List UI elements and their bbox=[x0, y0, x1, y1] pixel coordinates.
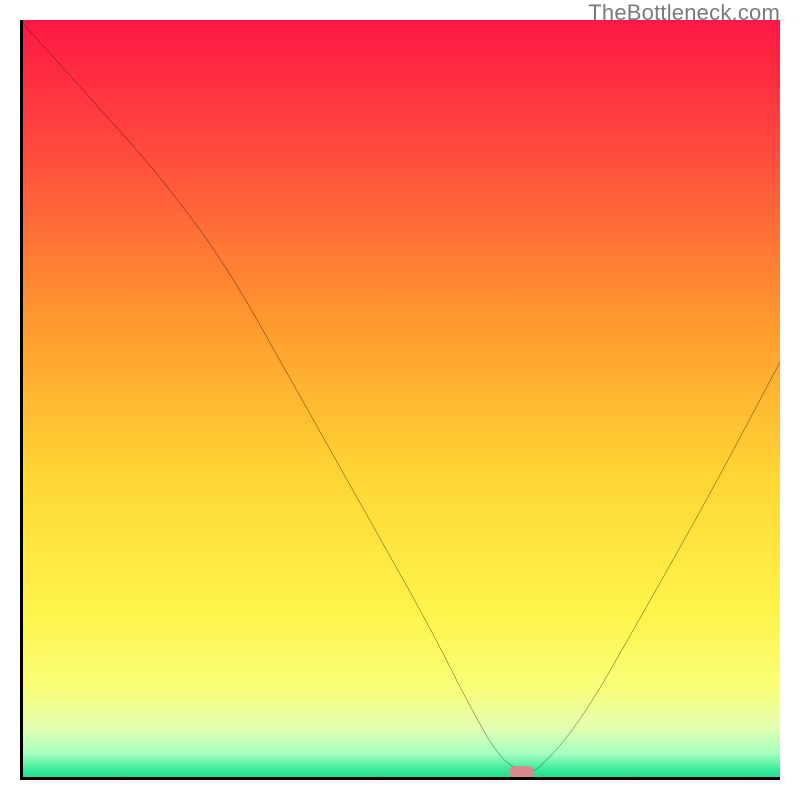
plot-area bbox=[20, 20, 780, 780]
bottleneck-curve bbox=[20, 20, 780, 772]
x-axis bbox=[20, 777, 780, 780]
curve-layer bbox=[20, 20, 780, 780]
chart-container: TheBottleneck.com bbox=[0, 0, 800, 800]
y-axis bbox=[20, 20, 23, 780]
